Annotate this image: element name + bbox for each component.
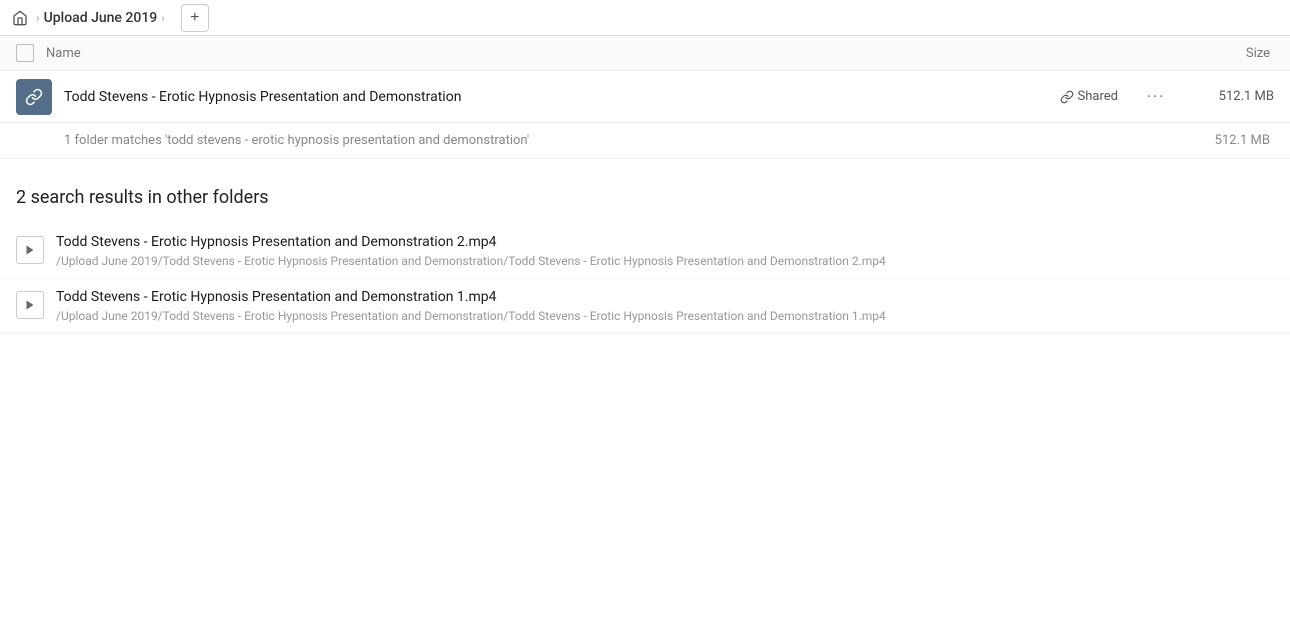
file-thumb-icon bbox=[16, 291, 44, 319]
link-icon bbox=[1060, 90, 1074, 104]
file-name: Todd Stevens - Erotic Hypnosis Presentat… bbox=[56, 234, 1274, 250]
add-button[interactable]: + bbox=[181, 4, 209, 32]
file-path: /Upload June 2019/Todd Stevens - Erotic … bbox=[56, 254, 1274, 268]
file-list: Todd Stevens - Erotic Hypnosis Presentat… bbox=[0, 224, 1290, 334]
match-summary-size: 512.1 MB bbox=[1194, 133, 1274, 148]
file-info: Todd Stevens - Erotic Hypnosis Presentat… bbox=[56, 234, 1274, 268]
file-thumb-icon bbox=[16, 236, 44, 264]
breadcrumb-label[interactable]: Upload June 2019 bbox=[44, 10, 158, 26]
folder-size: 512.1 MB bbox=[1194, 89, 1274, 104]
match-summary: 1 folder matches 'todd stevens - erotic … bbox=[0, 123, 1290, 159]
column-header: Name Size bbox=[0, 36, 1290, 71]
file-info: Todd Stevens - Erotic Hypnosis Presentat… bbox=[56, 289, 1274, 323]
other-folders-heading: 2 search results in other folders bbox=[0, 159, 1290, 224]
more-options-button[interactable]: ··· bbox=[1142, 83, 1170, 111]
breadcrumb-chevron: › bbox=[36, 11, 40, 25]
folder-name: Todd Stevens - Erotic Hypnosis Presentat… bbox=[64, 89, 1060, 105]
home-icon[interactable] bbox=[8, 6, 32, 30]
file-item[interactable]: Todd Stevens - Erotic Hypnosis Presentat… bbox=[0, 224, 1290, 279]
size-column-header: Size bbox=[1246, 46, 1270, 61]
match-summary-text: 1 folder matches 'todd stevens - erotic … bbox=[64, 133, 529, 148]
select-all-checkbox[interactable] bbox=[16, 44, 34, 62]
shared-label: Shared bbox=[1078, 89, 1118, 104]
topbar: › Upload June 2019 › + bbox=[0, 0, 1290, 36]
file-name: Todd Stevens - Erotic Hypnosis Presentat… bbox=[56, 289, 1274, 305]
folder-icon bbox=[16, 79, 52, 115]
file-item[interactable]: Todd Stevens - Erotic Hypnosis Presentat… bbox=[0, 279, 1290, 334]
breadcrumb-chevron-2: › bbox=[161, 11, 165, 25]
folder-row[interactable]: Todd Stevens - Erotic Hypnosis Presentat… bbox=[0, 71, 1290, 123]
file-path: /Upload June 2019/Todd Stevens - Erotic … bbox=[56, 309, 1274, 323]
shared-badge: Shared bbox=[1060, 89, 1118, 104]
name-column-header: Name bbox=[46, 46, 1246, 61]
